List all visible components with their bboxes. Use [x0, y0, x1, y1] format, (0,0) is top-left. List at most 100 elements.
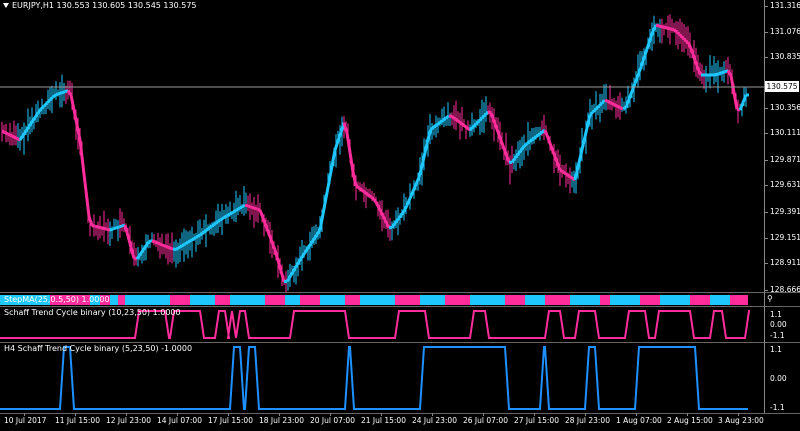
ma-segment: [187, 239, 192, 244]
ma-segment: [229, 210, 234, 216]
price-tick: 128.666: [770, 285, 800, 294]
price-axis[interactable]: 131.316 131.076 130.835 130.356 130.111 129.8…: [764, 0, 800, 431]
ma-segment: [97, 225, 102, 230]
ma-segment: [226, 212, 231, 218]
time-tick: 26 Jul 07:00: [463, 416, 508, 425]
stepma-down-segment: [170, 295, 190, 305]
ma-segment: [232, 209, 237, 214]
time-tickmark: [330, 413, 331, 416]
ma-segment: [306, 242, 313, 249]
ma-segment: [457, 119, 462, 125]
stepma-down-segment: [545, 295, 570, 305]
ma-segment: [166, 245, 171, 250]
ma-segment: [610, 101, 615, 106]
stepma-down-segment: [445, 295, 470, 305]
ma-segment: [238, 205, 243, 210]
ma-segment: [358, 186, 363, 192]
h4-stc-label: H4 Schaff Trend Cycle binary (5,23,50) -…: [4, 344, 193, 353]
ma-segment: [48, 95, 55, 102]
h4-stc-line-plot: [0, 346, 748, 410]
time-tick: 27 Jul 15:00: [514, 416, 559, 425]
time-tick: 14 Jul 07:00: [157, 416, 202, 425]
ma-segment: [169, 246, 174, 251]
ma-segment: [208, 224, 213, 230]
ma-segment: [546, 137, 553, 147]
time-tick: 24 Jul 23:00: [412, 416, 457, 425]
time-tickmark: [636, 413, 637, 416]
time-tickmark: [228, 413, 229, 416]
pane-separator[interactable]: [0, 292, 800, 293]
time-tick: 2 Aug 15:00: [667, 416, 713, 425]
ma-segment: [217, 218, 222, 223]
ma-segment: [559, 168, 564, 174]
price-tick: 130.356: [770, 103, 800, 112]
h4-tick-mid: 0.00: [770, 374, 787, 383]
ma-segment: [670, 27, 675, 32]
h4-tick-bottom: -1.1: [770, 403, 785, 412]
ma-segment: [442, 116, 447, 122]
ma-segment: [355, 184, 360, 190]
ma-segment: [258, 209, 265, 219]
ma-segment: [10, 134, 15, 139]
pin-icon[interactable]: ⚲: [767, 294, 773, 303]
time-axis[interactable]: 10 Jul 2017 11 Jul 15:00 12 Jul 23:00 14 Ju…: [0, 413, 764, 431]
ma-segment: [591, 107, 598, 114]
stepma-band-bg: [0, 295, 748, 305]
ma-segment: [681, 36, 688, 43]
ma-segment: [364, 191, 369, 196]
time-tick: 1 Aug 07:00: [616, 416, 662, 425]
stepma-down-segment: [395, 295, 420, 305]
ma-segment: [579, 140, 586, 155]
ma-segment: [241, 203, 246, 209]
time-tickmark: [738, 413, 739, 416]
ma-segment: [330, 149, 337, 167]
price-tickmark: [764, 238, 768, 239]
dropdown-triangle-icon[interactable]: [3, 3, 9, 8]
ma-segment: [1, 129, 6, 134]
ma-segment: [732, 92, 739, 110]
ma-segment: [100, 226, 105, 230]
ma-segment: [58, 91, 63, 96]
ma-segment: [718, 71, 723, 76]
ma-segment: [109, 227, 114, 232]
stepma-pane[interactable]: StepMA(25,0.5,50) 1.0000: [0, 294, 764, 306]
price-chart-canvas[interactable]: [0, 0, 764, 292]
ma-segment: [673, 28, 678, 34]
ma-segment: [91, 224, 96, 228]
ma-segment: [333, 140, 340, 151]
ma-segment: [205, 227, 210, 232]
ma-segment: [256, 207, 261, 212]
ma-segment: [414, 176, 421, 185]
ma-segment: [622, 106, 627, 111]
price-tickmark: [764, 133, 768, 134]
time-tick: 28 Jul 23:00: [565, 416, 610, 425]
h4-stc-pane[interactable]: H4 Schaff Trend Cycle binary (5,23,50) -…: [0, 343, 764, 413]
ma-segment: [463, 124, 468, 129]
price-tick: 131.316: [770, 1, 800, 10]
ma-segment: [160, 243, 165, 247]
ma-segment: [202, 229, 207, 234]
ma-segment: [196, 233, 201, 239]
ma-segment: [75, 124, 82, 141]
price-tickmark: [764, 263, 768, 264]
time-tick: 17 Jul 15:00: [208, 416, 253, 425]
price-chart-pane[interactable]: EURJPY,H1 130.553 130.605 130.545 130.57…: [0, 0, 764, 292]
stc-pane[interactable]: Schaff Trend Cycle binary (10,23,50) 1.0…: [0, 307, 764, 342]
ma-segment: [576, 153, 583, 168]
ma-segment: [474, 119, 481, 126]
time-tickmark: [381, 413, 382, 416]
ma-segment: [184, 240, 189, 246]
ma-segment: [211, 222, 216, 228]
ma-segment: [324, 181, 331, 199]
price-tick: 130.835: [770, 52, 800, 61]
time-tickmark: [75, 413, 76, 416]
ma-segment: [244, 203, 249, 208]
price-tickmark: [764, 185, 768, 186]
ma-segment: [445, 114, 450, 120]
time-tick: 12 Jul 23:00: [106, 416, 151, 425]
ma-segment: [370, 195, 375, 201]
ma-segment: [607, 100, 612, 105]
ma-segment: [321, 197, 328, 215]
ma-segment: [279, 270, 286, 282]
moving-average-line: [1, 23, 749, 284]
